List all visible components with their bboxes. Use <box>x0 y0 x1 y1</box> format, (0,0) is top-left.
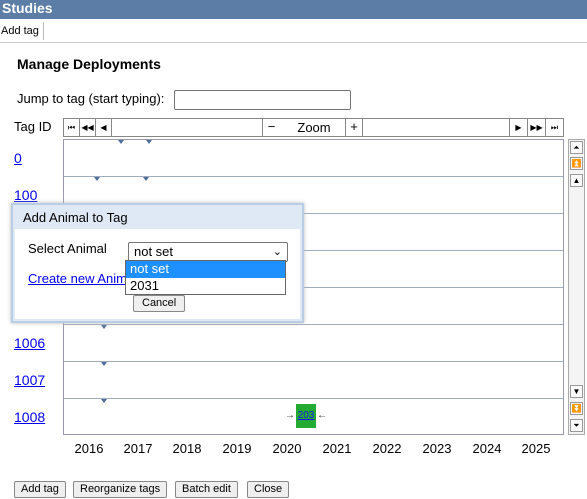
marker-icon <box>146 140 152 144</box>
marker-icon <box>101 325 107 329</box>
arrow-left-icon: ← <box>317 410 327 421</box>
year-label: 2019 <box>222 441 252 456</box>
scroll-page-down-icon[interactable]: ⏬ <box>570 402 583 415</box>
scroll-page-up-icon[interactable]: ⏫ <box>570 157 583 170</box>
next-page-icon[interactable]: ▶▶ <box>527 119 545 136</box>
animal-select-value: not set <box>134 244 174 259</box>
arrow-right-icon: → <box>285 410 295 421</box>
last-page-icon[interactable]: ⏭ <box>545 119 563 136</box>
deployment-label[interactable]: 203 <box>296 410 316 421</box>
previous-page-icon[interactable]: ◀◀ <box>80 119 96 136</box>
first-page-icon[interactable]: ⏮ <box>64 119 80 136</box>
cancel-button[interactable]: Cancel <box>133 295 186 312</box>
timeline-row <box>64 362 563 399</box>
animal-option[interactable]: not set <box>126 261 285 278</box>
jump-to-tag-input[interactable] <box>174 90 351 110</box>
year-label: 2017 <box>123 441 153 456</box>
year-label: 2022 <box>372 441 402 456</box>
toolbar-add-tag-button[interactable]: Add tag <box>0 22 44 40</box>
scroll-down-icon[interactable]: ▼ <box>570 385 583 398</box>
toolbar: Add tag <box>0 19 587 43</box>
tag-link[interactable]: 1008 <box>14 409 45 425</box>
vertical-scrollbar[interactable]: ⏶ ⏫ ▲ ▼ ⏬ ⏷ <box>568 139 585 435</box>
year-label: 2016 <box>74 441 104 456</box>
marker-icon <box>94 177 100 181</box>
marker-icon <box>101 399 107 403</box>
tag-id-header: Tag ID <box>14 119 52 134</box>
tag-link[interactable]: 1007 <box>14 372 45 388</box>
select-animal-label: Select Animal <box>28 241 107 256</box>
reorganize-tags-button[interactable]: Reorganize tags <box>73 481 168 498</box>
scroll-bottom-icon[interactable]: ⏷ <box>570 419 583 432</box>
window-title: Studies <box>0 0 587 19</box>
tag-link[interactable]: 0 <box>14 150 22 166</box>
create-animal-link[interactable]: Create new Animal <box>28 271 137 286</box>
jump-to-tag-label: Jump to tag (start typing): <box>17 91 165 106</box>
animal-option[interactable]: 2031 <box>126 278 285 295</box>
add-tag-button[interactable]: Add tag <box>14 481 66 498</box>
zoom-label: Zoom <box>297 120 331 135</box>
year-label: 2020 <box>272 441 302 456</box>
year-label: 2018 <box>172 441 202 456</box>
zoom-in-button[interactable]: + <box>345 119 363 136</box>
deployment-bar[interactable]: 203 <box>296 404 316 428</box>
marker-icon <box>101 362 107 366</box>
dialog-title: Add Animal to Tag <box>23 210 128 225</box>
timeline-row <box>64 325 563 362</box>
timeline-nav: ⏮ ◀◀ ◀ − Zoom + ▶ ▶▶ ⏭ <box>63 118 564 137</box>
year-label: 2025 <box>521 441 551 456</box>
batch-edit-button[interactable]: Batch edit <box>175 481 238 498</box>
scroll-top-icon[interactable]: ⏶ <box>570 141 583 154</box>
zoom-out-button[interactable]: − <box>262 119 280 136</box>
animal-options-list: not set 2031 <box>125 260 286 295</box>
next-icon[interactable]: ▶ <box>509 119 527 136</box>
year-label: 2021 <box>322 441 352 456</box>
year-label: 2023 <box>422 441 452 456</box>
previous-icon[interactable]: ◀ <box>96 119 112 136</box>
scroll-up-icon[interactable]: ▲ <box>570 174 583 187</box>
timeline-row <box>64 140 563 177</box>
year-label: 2024 <box>472 441 502 456</box>
tag-link[interactable]: 1006 <box>14 335 45 351</box>
animal-select[interactable]: not set ⌄ <box>128 242 288 262</box>
chevron-down-icon: ⌄ <box>272 246 282 258</box>
close-button[interactable]: Close <box>247 481 290 498</box>
page-title: Manage Deployments <box>17 56 161 72</box>
tag-link[interactable]: 100 <box>14 187 37 203</box>
marker-icon <box>118 140 124 144</box>
marker-icon <box>143 177 149 181</box>
